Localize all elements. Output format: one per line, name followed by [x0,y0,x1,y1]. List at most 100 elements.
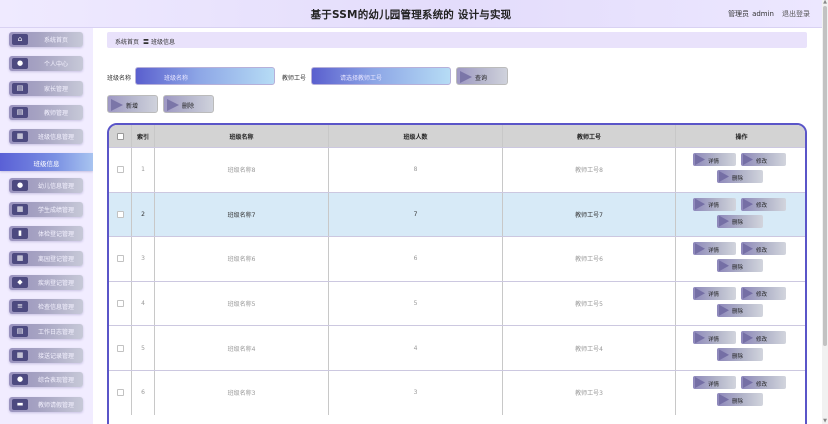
logout-link[interactable]: 退出登录 [782,10,810,18]
row-teacher-id: 教师工号3 [503,371,676,415]
sidebar-item-label: 离园登记管理 [37,255,74,263]
detail-button[interactable]: 详情 [693,242,736,256]
row-checkbox[interactable] [116,255,124,263]
delete-button[interactable]: 删除 [717,214,763,228]
sidebar-item-label: 综合表现管理 [37,377,74,385]
scrollbar-thumb[interactable] [823,6,827,346]
detail-button[interactable]: 详情 [693,153,736,166]
delete-icon [719,260,729,272]
edit-button[interactable]: 修改 [741,197,786,211]
sidebar-item-15[interactable]: ▬ 教师请假管理 [9,396,83,412]
edit-icon [743,332,753,344]
add-button[interactable]: 新增 [107,95,158,113]
doc-icon: ▤ [12,106,28,118]
detail-button-label: 详情 [708,203,720,210]
delete-icon [719,304,729,316]
row-index: 6 [132,371,155,415]
add-icon [111,99,123,111]
row-teacher-id: 教师工号4 [503,326,676,370]
sidebar-item-14[interactable]: ● 综合表现管理 [9,372,83,388]
table-row[interactable]: 4 班级名称5 5 教师工号5 详情 修改 删除 [109,280,805,326]
delete-button[interactable]: 删除 [717,170,763,183]
detail-button[interactable]: 详情 [693,286,736,300]
row-class-name: 班级名称7 [155,192,329,237]
delete-button[interactable]: 删除 [717,393,763,406]
table-header: 索引 班级名称 班级人数 教师工号 操作 [109,125,805,147]
delete-button-label: 删除 [732,353,744,360]
row-checkbox[interactable] [116,300,124,308]
header-teacher-id: 教师工号 [503,125,676,147]
row-checkbox[interactable] [116,210,124,218]
sidebar-item-5[interactable]: 班级信息 [0,152,93,171]
query-button[interactable]: 查询 [456,67,508,85]
delete-icon [719,349,729,361]
row-checkbox[interactable] [116,389,124,397]
sidebar-item-7[interactable]: ▦ 学生成绩管理 [9,202,83,218]
sidebar-item-11[interactable]: ≡ 检查信息管理 [9,299,83,315]
row-class-name: 班级名称3 [155,371,329,415]
delete-button[interactable]: 删除 [717,259,763,273]
sidebar-item-6[interactable]: ● 幼儿信息管理 [9,177,83,193]
breadcrumb-home[interactable]: 系统首页 [115,37,139,46]
sidebar-item-0[interactable]: ⌂ 系统首页 [9,32,83,47]
class-name-input[interactable]: 班级名称 [135,67,275,85]
edit-button-label: 修改 [756,247,768,254]
delete-button[interactable]: 删除 [717,303,763,317]
doc-icon: ▤ [12,325,28,337]
row-actions: 详情 修改删除 [676,148,805,192]
delete-button[interactable]: 删除 [717,348,763,362]
row-teacher-id: 教师工号6 [503,237,676,281]
detail-button[interactable]: 详情 [693,197,736,211]
sidebar-item-9[interactable]: ▦ 离园登记管理 [9,250,83,266]
edit-button[interactable]: 修改 [741,242,786,256]
table-row[interactable]: 5 班级名称4 4 教师工号4 详情 修改 删除 [109,325,805,370]
row-index: 3 [132,237,155,281]
breadcrumb: 系统首页 〓 班级信息 [107,32,807,48]
select-all-checkbox[interactable] [116,132,124,140]
sidebar-item-10[interactable]: ◆ 疾病登记管理 [9,275,83,290]
batch-delete-button[interactable]: 删除 [163,95,214,113]
sidebar-item-label: 教师管理 [43,109,68,117]
table-row[interactable]: 3 班级名称6 6 教师工号6 详情 修改 删除 [109,236,805,281]
row-checkbox[interactable] [116,166,124,174]
row-checkbox[interactable] [116,344,124,352]
sidebar-item-4[interactable]: ▦ 班级信息管理 [9,129,83,145]
class-name-placeholder: 班级名称 [164,75,189,82]
detail-button[interactable]: 详情 [693,376,736,389]
class-table: 索引 班级名称 班级人数 教师工号 操作 1 班级名称8 8 教师工号8 详情 修改 删除 2… [107,123,807,424]
teacher-id-select[interactable]: 请选择教师工号 [311,67,451,85]
delete-icon [167,99,179,111]
user-role: 管理员 [728,10,750,18]
sidebar-item-8[interactable]: ▮ 体检登记管理 [9,226,83,242]
grid-icon: ▦ [12,252,28,264]
header-class-count: 班级人数 [329,125,503,147]
sidebar-item-2[interactable]: ▤ 家长管理 [9,80,83,96]
row-teacher-id: 教师工号5 [503,281,676,326]
sidebar-item-13[interactable]: ▦ 接送记录管理 [9,347,83,363]
teacher-id-placeholder: 请选择教师工号 [340,75,383,82]
row-actions: 详情 修改删除 [676,282,805,326]
scroll-up-icon[interactable]: ▲ [823,0,827,5]
sidebar-item-1[interactable]: ● 个人中心 [9,56,83,72]
edit-button[interactable]: 修改 [741,286,786,300]
row-class-name: 班级名称6 [155,237,329,281]
edit-button[interactable]: 修改 [741,153,786,166]
sidebar-item-3[interactable]: ▤ 教师管理 [9,104,83,120]
detail-button[interactable]: 详情 [693,331,736,345]
home-icon: ⌂ [12,34,28,45]
edit-button-label: 修改 [756,158,768,165]
table-row[interactable]: 2 班级名称7 7 教师工号7 详情 修改 删除 [109,191,805,237]
top-bar: 基于SSM的幼儿园管理系统的 设计与实现 管理员 admin 退出登录 [0,0,822,28]
edit-button[interactable]: 修改 [741,376,786,389]
scroll-down-icon[interactable]: ▼ [823,419,827,424]
page-title: 基于SSM的幼儿园管理系统的 设计与实现 [310,9,512,21]
table-row[interactable]: 6 班级名称3 3 教师工号3 详情 修改删除 [109,370,805,415]
sidebar-item-label: 个人中心 [43,61,68,69]
row-class-count: 3 [329,371,503,415]
table-row[interactable]: 1 班级名称8 8 教师工号8 详情 修改 删除 [109,147,805,192]
sidebar-item-12[interactable]: ▤ 工作日志管理 [9,323,83,339]
page-scrollbar[interactable]: ▲ ▼ [822,0,828,424]
sidebar-item-label: 接送记录管理 [37,352,74,360]
edit-button-label: 修改 [756,292,768,299]
edit-button[interactable]: 修改 [741,331,786,345]
